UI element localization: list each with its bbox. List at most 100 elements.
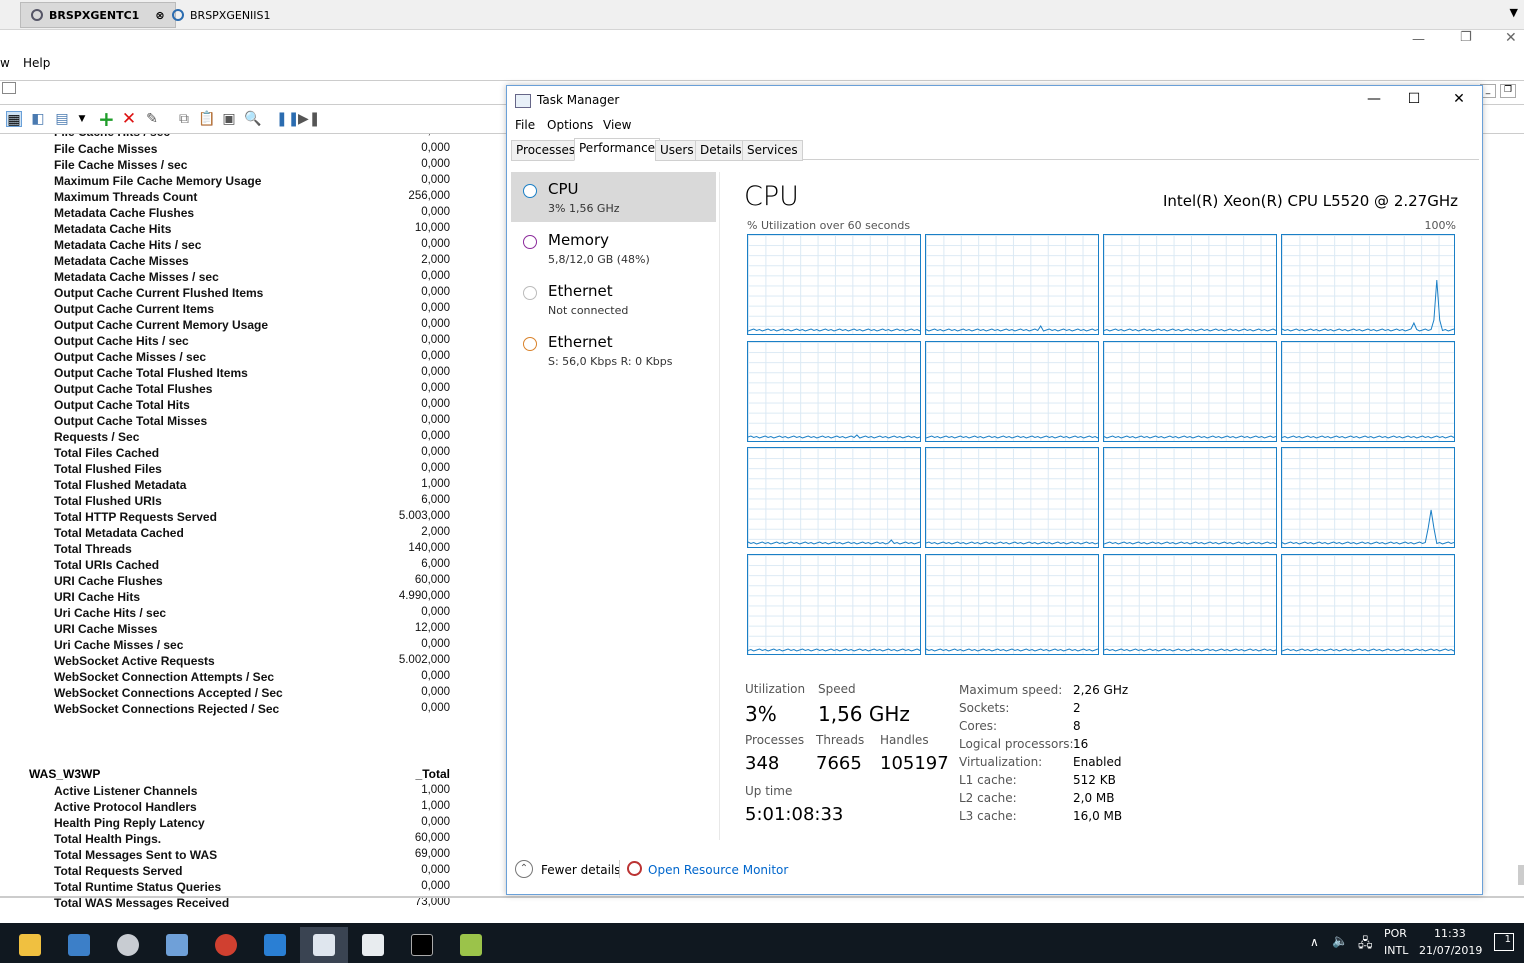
clock-time[interactable]: 11:33: [1434, 927, 1466, 940]
counter-row[interactable]: Total URIs Cached 6,000: [54, 558, 454, 574]
tab-details[interactable]: Details: [695, 140, 747, 161]
file-explorer-icon[interactable]: [6, 927, 54, 963]
menu-view[interactable]: View: [603, 118, 631, 132]
counter-row[interactable]: Total WAS Messages Received 73,000: [54, 896, 454, 912]
counter-row[interactable]: Total Health Pings. 60,000: [54, 832, 454, 848]
sidebar-item-ethernet-1[interactable]: Ethernet Not connected: [511, 274, 716, 324]
counter-row[interactable]: Total Threads 140,000: [54, 542, 454, 558]
counter-row[interactable]: Output Cache Total Hits 0,000: [54, 398, 454, 414]
counter-row[interactable]: Total HTTP Requests Served 5.003,000: [54, 510, 454, 526]
counter-row[interactable]: Active Protocol Handlers 1,000: [54, 800, 454, 816]
counter-row[interactable]: URI Cache Misses 12,000: [54, 622, 454, 638]
counter-row[interactable]: Maximum File Cache Memory Usage 0,000: [54, 174, 454, 190]
properties-icon[interactable]: ▣: [221, 111, 237, 127]
counter-row[interactable]: Metadata Cache Misses 2,000: [54, 254, 454, 270]
chevron-up-icon[interactable]: ⌃: [515, 860, 533, 878]
language-layout[interactable]: INTL: [1384, 944, 1408, 957]
tab-services[interactable]: Services: [742, 140, 803, 161]
counter-group-header[interactable]: WAS_W3WP _Total: [29, 767, 454, 783]
counter-row[interactable]: File Cache Misses 0,000: [54, 142, 454, 158]
counter-row[interactable]: Metadata Cache Hits 10,000: [54, 222, 454, 238]
counter-row[interactable]: Metadata Cache Misses / sec 0,000: [54, 270, 454, 286]
volume-muted-icon[interactable]: 🔈: [1332, 934, 1348, 949]
tab-processes[interactable]: Processes: [511, 140, 581, 161]
counter-row[interactable]: File Cache Hits / sec 0,000: [54, 134, 454, 141]
freeze-display-icon[interactable]: ❚❚: [276, 111, 299, 127]
remote-tab-brspxgeniis1[interactable]: BRSPXGENIIS1: [162, 2, 281, 28]
task-manager-taskbar-icon[interactable]: [447, 927, 495, 963]
counter-row[interactable]: Health Ping Reply Latency 0,000: [54, 816, 454, 832]
counter-row[interactable]: URI Cache Hits 4.990,000: [54, 590, 454, 606]
change-graph-type-icon[interactable]: ▦: [6, 111, 22, 128]
paste-counter-list-icon[interactable]: 📋: [198, 111, 215, 127]
fewer-details-link[interactable]: Fewer details: [541, 863, 621, 877]
close-icon[interactable]: ✕: [1444, 88, 1474, 110]
counter-row[interactable]: WebSocket Active Requests 5.002,000: [54, 654, 454, 670]
copy-properties-icon[interactable]: ⧉: [176, 111, 192, 127]
add-counter-icon[interactable]: +: [98, 109, 115, 129]
counter-row[interactable]: Total Metadata Cached 2,000: [54, 526, 454, 542]
sidebar-item-cpu[interactable]: CPU 3% 1,56 GHz: [511, 172, 716, 222]
counter-row[interactable]: Total Flushed Metadata 1,000: [54, 478, 454, 494]
zoom-icon[interactable]: 🔍: [244, 111, 261, 127]
command-prompt-icon[interactable]: [398, 927, 446, 963]
maximize-icon[interactable]: ☐: [1399, 88, 1429, 110]
counter-row[interactable]: Output Cache Total Flushes 0,000: [54, 382, 454, 398]
admin-tools-icon[interactable]: [153, 927, 201, 963]
view-current-activity-icon[interactable]: ◧: [30, 111, 46, 127]
performance-monitor-taskbar-icon[interactable]: [300, 927, 348, 963]
notification-center-icon[interactable]: 1: [1494, 933, 1514, 951]
counter-row[interactable]: WebSocket Connections Accepted / Sec 0,00…: [54, 686, 454, 702]
counter-row[interactable]: Total Messages Sent to WAS 69,000: [54, 848, 454, 864]
update-data-icon[interactable]: ▶❚: [298, 111, 321, 127]
graph-type-dropdown-icon[interactable]: ▼: [74, 111, 90, 127]
counter-row[interactable]: Output Cache Current Flushed Items 0,000: [54, 286, 454, 302]
language-indicator[interactable]: POR: [1384, 927, 1407, 940]
sidebar-item-ethernet-2[interactable]: Ethernet S: 56,0 Kbps R: 0 Kbps: [511, 325, 716, 375]
counter-row[interactable]: Total Flushed URIs 6,000: [54, 494, 454, 510]
counter-row[interactable]: Total Files Cached 0,000: [54, 446, 454, 462]
menu-file[interactable]: File: [515, 118, 535, 132]
counter-row[interactable]: Output Cache Total Flushed Items 0,000: [54, 366, 454, 382]
counter-row[interactable]: Total Runtime Status Queries 0,000: [54, 880, 454, 896]
counter-row[interactable]: Active Listener Channels 1,000: [54, 784, 454, 800]
counter-row[interactable]: Metadata Cache Flushes 0,000: [54, 206, 454, 222]
counter-row[interactable]: Output Cache Current Items 0,000: [54, 302, 454, 318]
delete-counter-icon[interactable]: ✕: [121, 111, 137, 128]
server-manager-icon[interactable]: [55, 927, 103, 963]
counter-row[interactable]: Total Requests Served 0,000: [54, 864, 454, 880]
tab-users[interactable]: Users: [655, 140, 699, 161]
inner-restore-icon[interactable]: ❐: [1500, 84, 1516, 98]
menu-view[interactable]: w: [0, 56, 10, 70]
remote-tab-brspxgentc1[interactable]: BRSPXGENTC1 ⊗: [20, 2, 176, 28]
cpu-graphs-grid[interactable]: [747, 234, 1457, 658]
counter-row[interactable]: Maximum Threads Count 256,000: [54, 190, 454, 206]
menu-options[interactable]: Options: [547, 118, 593, 132]
menu-help[interactable]: Help: [23, 56, 50, 70]
counter-row[interactable]: Metadata Cache Hits / sec 0,000: [54, 238, 454, 254]
open-resource-monitor-link[interactable]: Open Resource Monitor: [648, 863, 788, 877]
counter-row[interactable]: Output Cache Total Misses 0,000: [54, 414, 454, 430]
counter-row[interactable]: Output Cache Hits / sec 0,000: [54, 334, 454, 350]
scrollbar-thumb[interactable]: [1518, 865, 1524, 885]
counter-row[interactable]: Requests / Sec 0,000: [54, 430, 454, 446]
counter-row[interactable]: Output Cache Misses / sec 0,000: [54, 350, 454, 366]
network-tray-icon[interactable]: 🖧: [1358, 934, 1373, 956]
sidebar-item-memory[interactable]: Memory 5,8/12,0 GB (48%): [511, 223, 716, 273]
tabs-dropdown-icon[interactable]: ▼: [1510, 6, 1518, 19]
highlight-icon[interactable]: ✎: [144, 111, 160, 127]
network-icon[interactable]: [251, 927, 299, 963]
counter-row[interactable]: Total Flushed Files 0,000: [54, 462, 454, 478]
restore-icon[interactable]: ❐: [1460, 30, 1472, 45]
close-icon[interactable]: ✕: [1505, 30, 1517, 46]
tab-performance[interactable]: Performance: [574, 138, 661, 161]
minimize-icon[interactable]: —: [1412, 32, 1425, 47]
event-viewer-icon[interactable]: [349, 927, 397, 963]
show-hidden-icons-icon[interactable]: ∧: [1310, 935, 1319, 949]
counter-row[interactable]: Uri Cache Hits / sec 0,000: [54, 606, 454, 622]
clock-date[interactable]: 21/07/2019: [1419, 944, 1482, 957]
counter-row[interactable]: WebSocket Connections Rejected / Sec 0,00…: [54, 702, 454, 718]
minimize-icon[interactable]: —: [1359, 88, 1389, 110]
console-icon[interactable]: [2, 82, 16, 94]
browser-icon[interactable]: [202, 927, 250, 963]
